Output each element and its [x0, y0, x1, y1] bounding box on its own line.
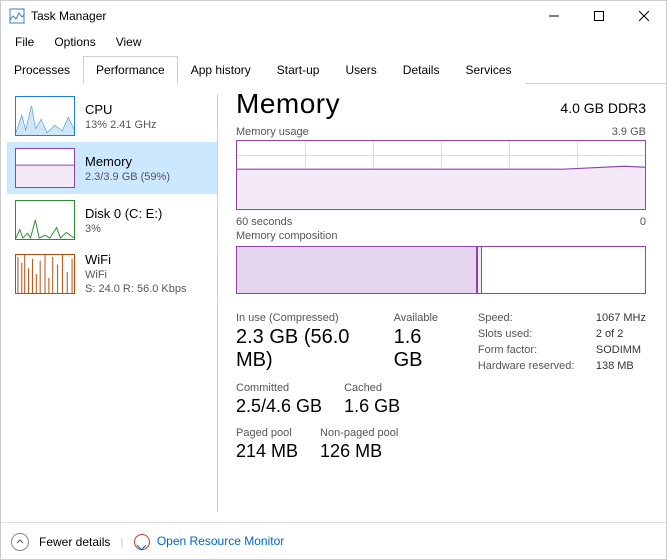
tab-start-up[interactable]: Start-up	[264, 56, 333, 84]
content: CPU 13% 2.41 GHz Memory 2.3/3.9 GB (59%)…	[1, 84, 666, 522]
minimize-button[interactable]	[531, 1, 576, 31]
sidebar-sub: 3%	[85, 223, 162, 235]
stat-nonpaged: Non-paged pool 126 MB	[320, 427, 398, 462]
sidebar-item-cpu[interactable]: CPU 13% 2.41 GHz	[7, 90, 217, 142]
info-key: Speed:	[478, 312, 586, 324]
composition-label-row: Memory composition	[236, 230, 646, 242]
memory-thumb	[15, 148, 75, 188]
tab-services[interactable]: Services	[452, 56, 524, 84]
tab-users[interactable]: Users	[332, 56, 389, 84]
menu-view[interactable]: View	[108, 33, 150, 51]
stat-label: In use (Compressed)	[236, 312, 372, 324]
usage-xright: 0	[640, 216, 646, 228]
stat-label: Non-paged pool	[320, 427, 398, 439]
usage-chart	[236, 140, 646, 210]
info-table: Speed: 1067 MHz Slots used: 2 of 2 Form fa…	[478, 312, 646, 472]
usage-max: 3.9 GB	[612, 126, 646, 138]
footer-separator: |	[120, 535, 123, 549]
chevron-up-icon[interactable]	[11, 533, 29, 551]
tab-performance[interactable]: Performance	[83, 56, 178, 84]
stat-label: Available	[394, 312, 448, 324]
usage-chart-labels: Memory usage 3.9 GB	[236, 126, 646, 138]
stats: In use (Compressed) 2.3 GB (56.0 MB) Ava…	[236, 312, 646, 472]
stat-label: Paged pool	[236, 427, 298, 439]
memory-summary: 4.0 GB DDR3	[560, 100, 646, 116]
sidebar: CPU 13% 2.41 GHz Memory 2.3/3.9 GB (59%)…	[1, 84, 217, 522]
tab-strip: Processes Performance App history Start-…	[1, 55, 666, 84]
resource-monitor-label: Open Resource Monitor	[157, 534, 284, 548]
main-panel: Memory 4.0 GB DDR3 Memory usage 3.9 GB 6…	[218, 84, 666, 522]
wifi-thumb	[15, 254, 75, 294]
app-icon	[9, 8, 25, 24]
stat-label: Committed	[236, 382, 322, 394]
tab-app-history[interactable]: App history	[178, 56, 264, 84]
info-val: 2 of 2	[596, 328, 624, 340]
info-key: Slots used:	[478, 328, 586, 340]
info-key: Hardware reserved:	[478, 360, 586, 372]
info-val: SODIMM	[596, 344, 641, 356]
info-val: 1067 MHz	[596, 312, 646, 324]
window-title: Task Manager	[31, 9, 531, 23]
sidebar-sub: 2.3/3.9 GB (59%)	[85, 171, 170, 183]
sidebar-label: Memory	[85, 154, 170, 169]
footer: Fewer details | Open Resource Monitor	[1, 522, 666, 560]
usage-xleft: 60 seconds	[236, 216, 292, 228]
composition-chart	[236, 246, 646, 294]
stat-inuse: In use (Compressed) 2.3 GB (56.0 MB)	[236, 312, 372, 372]
cpu-text: CPU 13% 2.41 GHz	[85, 102, 157, 131]
sidebar-sub2: S: 24.0 R: 56.0 Kbps	[85, 283, 187, 295]
disk-thumb	[15, 200, 75, 240]
menu-file[interactable]: File	[7, 33, 42, 51]
sidebar-label: WiFi	[85, 252, 187, 267]
close-button[interactable]	[621, 1, 666, 31]
page-title: Memory	[236, 88, 340, 120]
sidebar-label: CPU	[85, 102, 157, 117]
disk-text: Disk 0 (C: E:) 3%	[85, 206, 162, 235]
stat-cached: Cached 1.6 GB	[344, 382, 400, 417]
stats-left: In use (Compressed) 2.3 GB (56.0 MB) Ava…	[236, 312, 448, 472]
tab-processes[interactable]: Processes	[1, 56, 83, 84]
sidebar-item-wifi[interactable]: WiFi WiFi S: 24.0 R: 56.0 Kbps	[7, 246, 217, 301]
memory-text: Memory 2.3/3.9 GB (59%)	[85, 154, 170, 183]
stat-value: 1.6 GB	[344, 396, 400, 417]
menubar: File Options View	[1, 31, 666, 53]
stat-value: 2.3 GB (56.0 MB)	[236, 326, 372, 372]
sidebar-item-disk[interactable]: Disk 0 (C: E:) 3%	[7, 194, 217, 246]
info-val: 138 MB	[596, 360, 634, 372]
tab-details[interactable]: Details	[390, 56, 453, 84]
resource-monitor-icon	[134, 534, 150, 550]
stat-label: Cached	[344, 382, 400, 394]
sidebar-sub: 13% 2.41 GHz	[85, 119, 157, 131]
titlebar: Task Manager	[1, 1, 666, 31]
usage-label: Memory usage	[236, 126, 309, 138]
stat-value: 214 MB	[236, 441, 298, 462]
maximize-button[interactable]	[576, 1, 621, 31]
main-header: Memory 4.0 GB DDR3	[236, 88, 646, 120]
menu-options[interactable]: Options	[46, 33, 103, 51]
sidebar-sub: WiFi	[85, 269, 187, 281]
stat-value: 1.6 GB	[394, 326, 448, 372]
composition-label: Memory composition	[236, 230, 337, 242]
sidebar-item-memory[interactable]: Memory 2.3/3.9 GB (59%)	[7, 142, 217, 194]
usage-x-labels: 60 seconds 0	[236, 216, 646, 228]
stat-paged: Paged pool 214 MB	[236, 427, 298, 462]
fewer-details-link[interactable]: Fewer details	[39, 535, 110, 549]
cpu-thumb	[15, 96, 75, 136]
info-key: Form factor:	[478, 344, 586, 356]
stat-value: 2.5/4.6 GB	[236, 396, 322, 417]
stat-committed: Committed 2.5/4.6 GB	[236, 382, 322, 417]
sidebar-label: Disk 0 (C: E:)	[85, 206, 162, 221]
window-controls	[531, 1, 666, 31]
stat-available: Available 1.6 GB	[394, 312, 448, 372]
open-resource-monitor-link[interactable]: Open Resource Monitor	[134, 534, 285, 550]
stat-value: 126 MB	[320, 441, 398, 462]
wifi-text: WiFi WiFi S: 24.0 R: 56.0 Kbps	[85, 252, 187, 295]
